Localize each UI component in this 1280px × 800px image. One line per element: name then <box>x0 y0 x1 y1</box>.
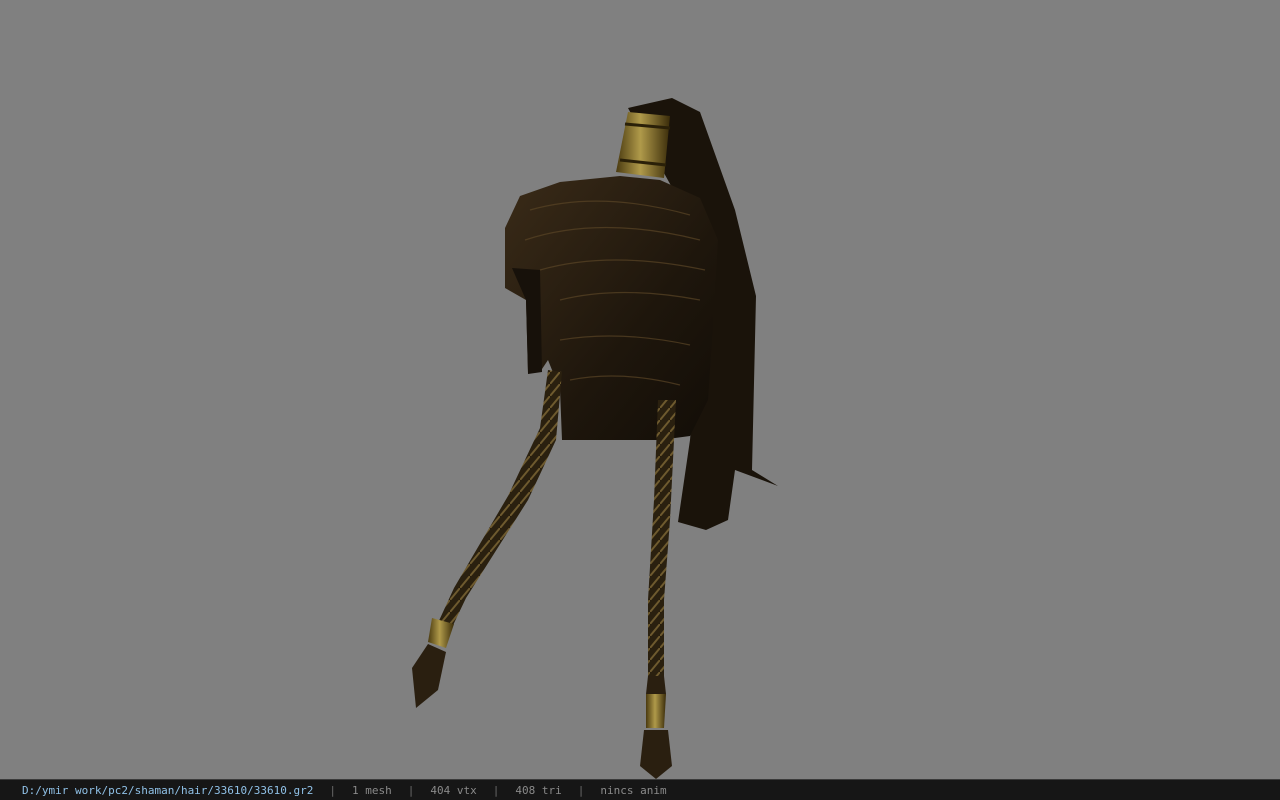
right-braid-tip <box>640 730 672 779</box>
hair-model-render <box>412 98 778 779</box>
3d-viewport[interactable] <box>0 0 1280 779</box>
right-braid-gold-band <box>646 694 666 728</box>
right-braid <box>648 400 676 680</box>
left-braid-tip <box>412 644 446 708</box>
triangle-count-label: 408 tri <box>515 783 562 797</box>
separator: | <box>492 783 500 797</box>
mesh-count-label: 1 mesh <box>352 783 392 797</box>
separator: | <box>329 783 337 797</box>
file-path-label: D:/ymir work/pc2/shaman/hair/33610/33610… <box>22 783 314 797</box>
anim-status-label: nincs anim <box>600 783 667 797</box>
separator: | <box>407 783 415 797</box>
separator: | <box>577 783 585 797</box>
gold-hair-tube <box>616 112 670 178</box>
left-braid <box>432 370 562 640</box>
vertex-count-label: 404 vtx <box>430 783 477 797</box>
status-bar: D:/ymir work/pc2/shaman/hair/33610/33610… <box>0 779 1280 800</box>
